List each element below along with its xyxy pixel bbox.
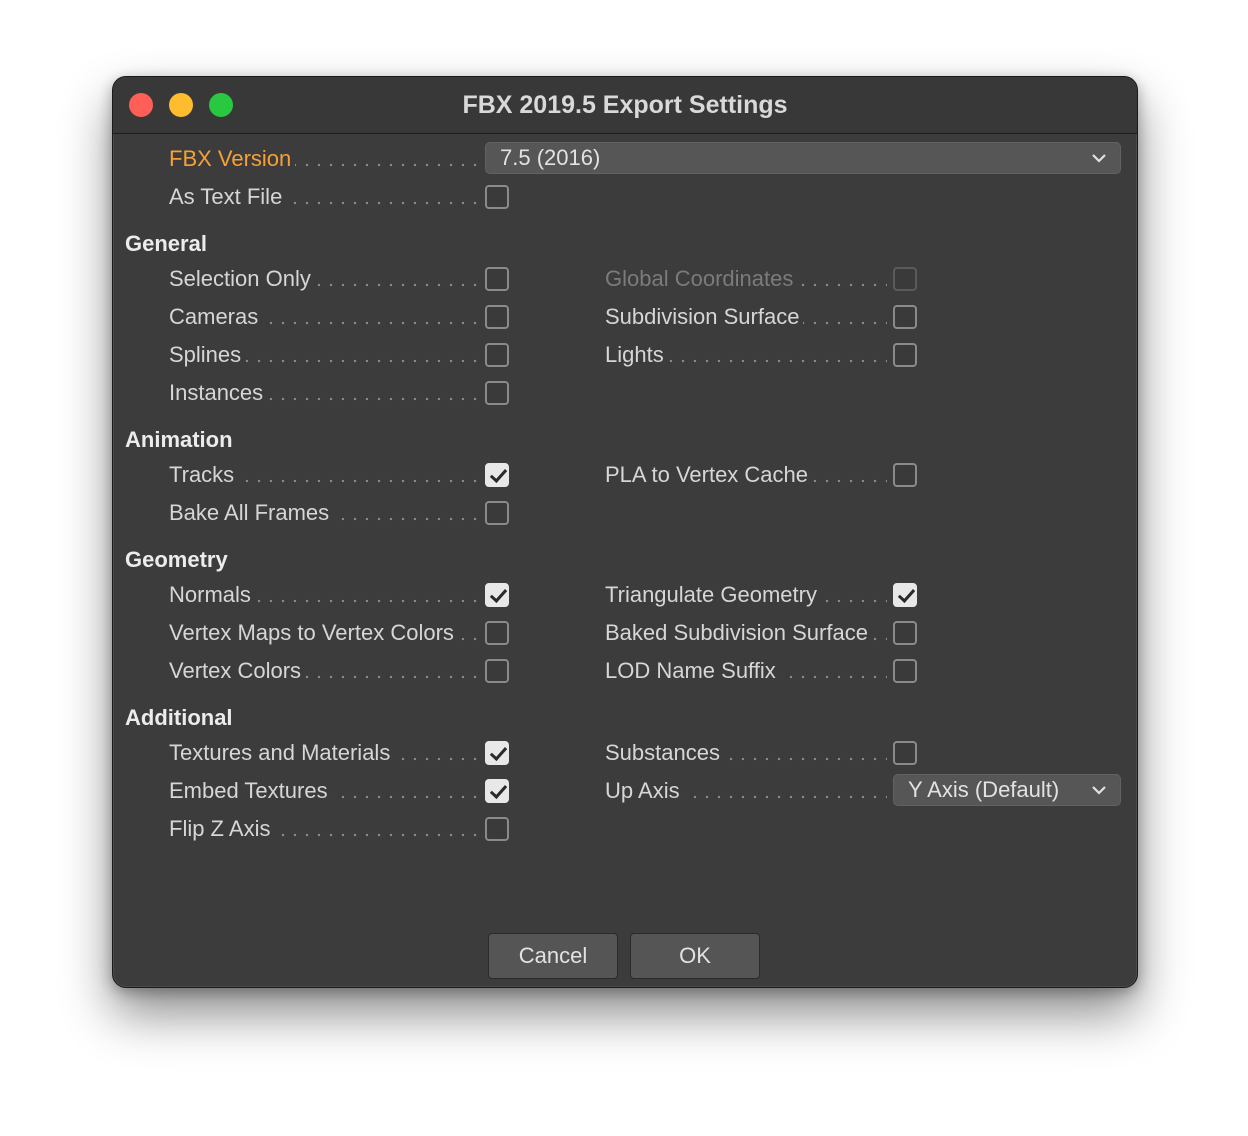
global-coordinates-label: Global Coordinates (605, 265, 798, 293)
splines-label: Splines (169, 341, 246, 369)
embed-textures-label: Embed Textures (169, 777, 332, 805)
splines-checkbox[interactable] (485, 343, 509, 367)
section-geometry: Geometry (125, 547, 228, 572)
fbx-version-select[interactable]: 7.5 (2016) (485, 142, 1121, 174)
cameras-row: Cameras (169, 303, 511, 331)
normals-row: Normals (169, 581, 511, 609)
subdivision-surface-checkbox[interactable] (893, 305, 917, 329)
global-coordinates-row: Global Coordinates (605, 265, 919, 293)
tracks-row: Tracks (169, 461, 511, 489)
pla-vertex-cache-row: PLA to Vertex Cache (605, 461, 919, 489)
as-text-file-row: As Text File (169, 183, 511, 211)
up-axis-value: Y Axis (Default) (908, 777, 1060, 802)
triangulate-row: Triangulate Geometry (605, 581, 919, 609)
section-additional: Additional (125, 705, 233, 730)
vertex-maps-label: Vertex Maps to Vertex Colors (169, 619, 458, 647)
section-general: General (125, 231, 207, 256)
flip-z-axis-checkbox[interactable] (485, 817, 509, 841)
triangulate-label: Triangulate Geometry (605, 581, 821, 609)
cameras-label: Cameras (169, 303, 263, 331)
lights-label: Lights (605, 341, 668, 369)
triangulate-checkbox[interactable] (893, 583, 917, 607)
tracks-checkbox[interactable] (485, 463, 509, 487)
flip-z-axis-label: Flip Z Axis (169, 815, 275, 843)
bake-all-frames-checkbox[interactable] (485, 501, 509, 525)
substances-row: Substances (605, 739, 919, 767)
textures-materials-label: Textures and Materials (169, 739, 395, 767)
baked-subdivision-row: Baked Subdivision Surface (605, 619, 919, 647)
cameras-checkbox[interactable] (485, 305, 509, 329)
vertex-colors-label: Vertex Colors (169, 657, 306, 685)
substances-checkbox[interactable] (893, 741, 917, 765)
embed-textures-row: Embed Textures (169, 777, 511, 805)
vertex-maps-row: Vertex Maps to Vertex Colors (169, 619, 511, 647)
section-animation: Animation (125, 427, 233, 452)
chevron-down-icon (1092, 786, 1106, 795)
title-bar: FBX 2019.5 Export Settings (113, 77, 1137, 134)
fbx-version-row: FBX Version (169, 145, 479, 173)
normals-label: Normals (169, 581, 255, 609)
bake-all-frames-label: Bake All Frames (169, 499, 334, 527)
bake-all-frames-row: Bake All Frames (169, 499, 511, 527)
ok-button[interactable]: OK (630, 933, 760, 979)
fbx-version-value: 7.5 (2016) (500, 145, 601, 170)
up-axis-select[interactable]: Y Axis (Default) (893, 774, 1121, 806)
fbx-version-label: FBX Version (169, 145, 296, 173)
substances-label: Substances (605, 739, 724, 767)
flip-z-axis-row: Flip Z Axis (169, 815, 511, 843)
subdivision-surface-row: Subdivision Surface (605, 303, 919, 331)
baked-subdivision-checkbox[interactable] (893, 621, 917, 645)
up-axis-row: Up Axis (605, 777, 887, 805)
normals-checkbox[interactable] (485, 583, 509, 607)
selection-only-checkbox[interactable] (485, 267, 509, 291)
pla-vertex-cache-checkbox[interactable] (893, 463, 917, 487)
global-coordinates-checkbox (893, 267, 917, 291)
window-title: FBX 2019.5 Export Settings (462, 91, 788, 119)
chevron-down-icon (1092, 154, 1106, 163)
lights-checkbox[interactable] (893, 343, 917, 367)
instances-checkbox[interactable] (485, 381, 509, 405)
selection-only-row: Selection Only (169, 265, 511, 293)
textures-materials-row: Textures and Materials (169, 739, 511, 767)
export-settings-dialog: FBX 2019.5 Export Settings FBX Version 7… (112, 76, 1138, 988)
instances-label: Instances (169, 379, 268, 407)
pla-vertex-cache-label: PLA to Vertex Cache (605, 461, 813, 489)
vertex-colors-row: Vertex Colors (169, 657, 511, 685)
embed-textures-checkbox[interactable] (485, 779, 509, 803)
baked-subdivision-label: Baked Subdivision Surface (605, 619, 872, 647)
as-text-file-label: As Text File (169, 183, 287, 211)
instances-row: Instances (169, 379, 511, 407)
lights-row: Lights (605, 341, 919, 369)
splines-row: Splines (169, 341, 511, 369)
selection-only-label: Selection Only (169, 265, 315, 293)
as-text-file-checkbox[interactable] (485, 185, 509, 209)
lod-name-suffix-row: LOD Name Suffix (605, 657, 919, 685)
lod-name-suffix-checkbox[interactable] (893, 659, 917, 683)
vertex-colors-checkbox[interactable] (485, 659, 509, 683)
tracks-label: Tracks (169, 461, 239, 489)
lod-name-suffix-label: LOD Name Suffix (605, 657, 780, 685)
up-axis-label: Up Axis (605, 777, 684, 805)
cancel-button[interactable]: Cancel (488, 933, 618, 979)
textures-materials-checkbox[interactable] (485, 741, 509, 765)
vertex-maps-checkbox[interactable] (485, 621, 509, 645)
subdivision-surface-label: Subdivision Surface (605, 303, 804, 331)
